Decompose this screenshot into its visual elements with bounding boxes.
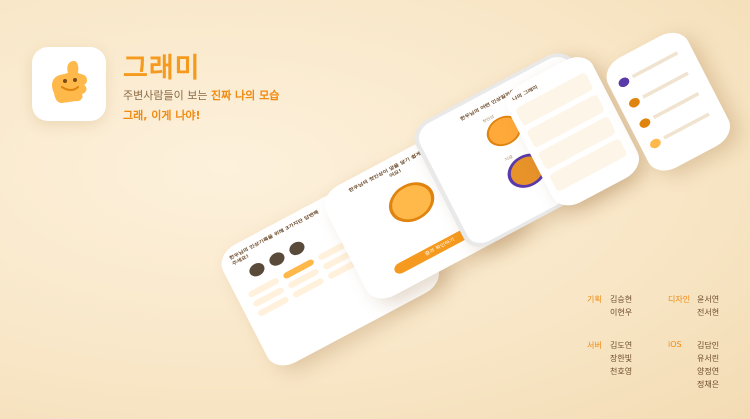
- detail-row: [642, 71, 689, 99]
- credit-role-planning: 기획: [587, 295, 602, 304]
- app-tagline: 주변사람들이 보는 진짜 나의 모습: [123, 87, 279, 103]
- app-title: 그래미: [123, 53, 201, 84]
- thumbs-up-icon: [52, 61, 87, 103]
- detail-avatar: [616, 75, 631, 89]
- tagline-highlight: 진짜 나의 모습: [210, 89, 280, 102]
- credit-name: 양정연: [697, 367, 720, 376]
- credit-role-server: 서버: [587, 341, 602, 350]
- result-character: [382, 174, 442, 230]
- survey-avatar: [267, 249, 287, 269]
- credit-name: 김도연: [610, 341, 633, 350]
- credit-name: 윤서연: [697, 295, 720, 304]
- credit-name: 장한빛: [610, 354, 633, 363]
- credit-role-design: 디자인: [668, 295, 691, 304]
- credit-name: 유서린: [697, 354, 720, 363]
- detail-row: [652, 92, 700, 120]
- survey-avatar: [247, 260, 267, 279]
- tagline-prefix: 주변사람들이 보는: [123, 89, 211, 102]
- credit-name: 이현우: [610, 308, 633, 317]
- detail-avatar: [627, 96, 642, 110]
- credit-name: 천호영: [610, 367, 633, 376]
- credit-role-ios: iOS: [668, 340, 682, 349]
- credit-name: 정채은: [697, 380, 720, 389]
- credit-name: 김담인: [697, 341, 720, 350]
- survey-avatar: [287, 239, 307, 258]
- detail-avatar: [637, 116, 652, 130]
- app-subtagline: 그래, 이게 나야!: [123, 109, 201, 122]
- detail-avatar: [648, 136, 663, 151]
- credit-name: 김승현: [610, 295, 633, 304]
- app-icon: [32, 47, 106, 121]
- detail-row: [663, 112, 710, 140]
- detail-row: [631, 51, 679, 79]
- credit-name: 전서현: [697, 308, 720, 317]
